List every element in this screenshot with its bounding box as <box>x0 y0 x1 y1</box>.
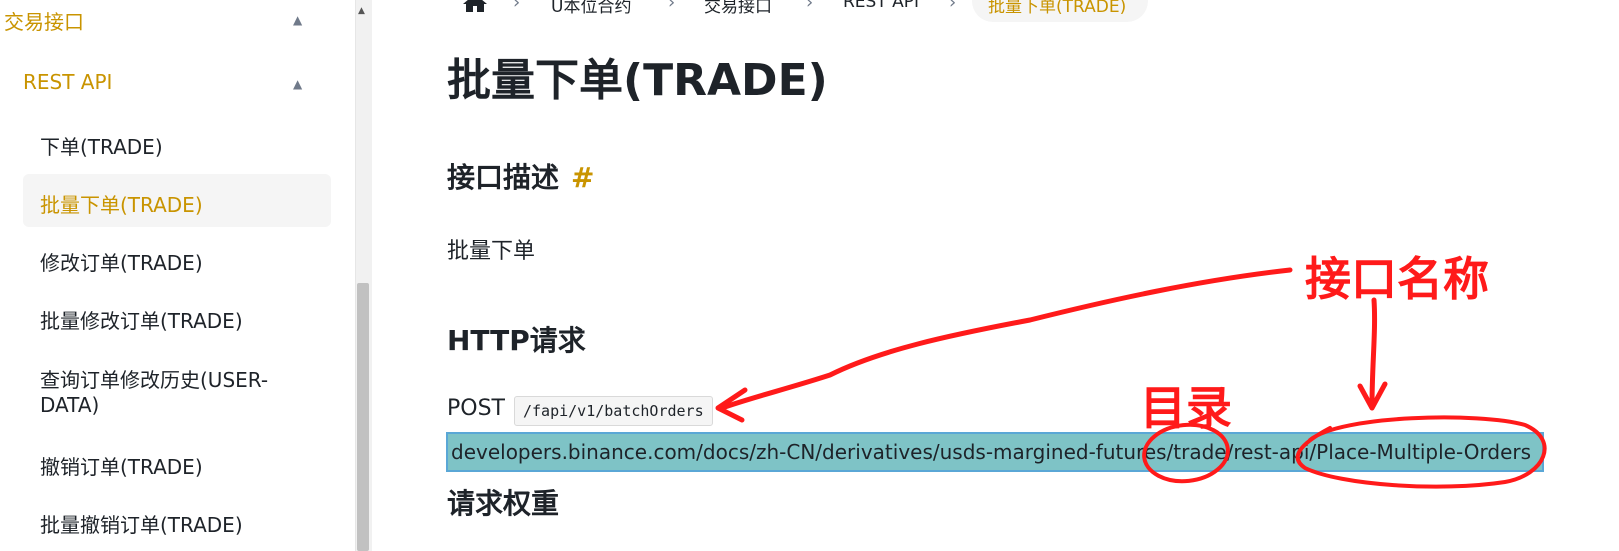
annotation-label-interface-name: 接口名称 <box>1305 252 1489 306</box>
annotation-label-directory: 目录 <box>1140 381 1232 435</box>
annotation-arrow-line <box>1369 297 1378 408</box>
annotation-circle-endpoint-name <box>1295 415 1547 489</box>
